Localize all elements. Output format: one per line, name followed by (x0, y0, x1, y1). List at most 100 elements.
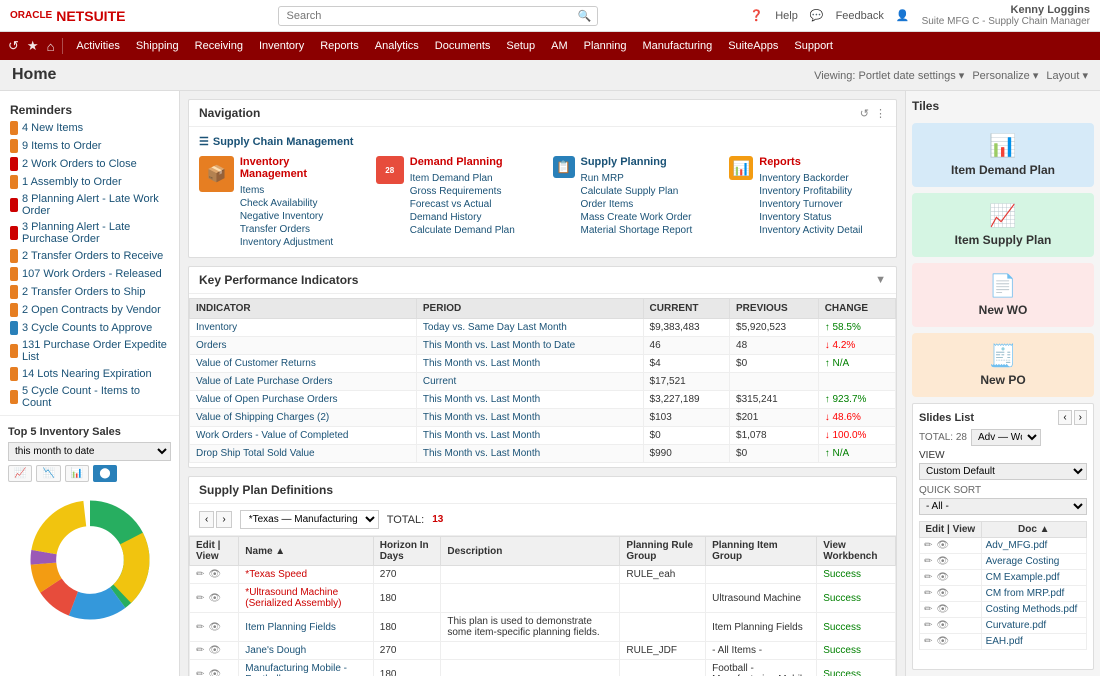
edit-icon[interactable]: ✏ (196, 569, 204, 580)
nav-link-order-items[interactable]: Order Items (581, 198, 693, 211)
nav-link-transfer-orders[interactable]: Transfer Orders (240, 223, 356, 236)
list-item[interactable]: 14 Lots Nearing Expiration (0, 365, 179, 383)
supply-name-link[interactable]: Jane's Dough (245, 645, 306, 656)
view-icon[interactable]: 👁 (936, 588, 949, 599)
line-chart-button[interactable]: 📈 (8, 465, 32, 482)
list-item[interactable]: 8 Planning Alert - Late Work Order (0, 191, 179, 219)
nav-link-inventory-profitability[interactable]: Inventory Profitability (759, 185, 862, 198)
location-select[interactable]: *Texas — Manufacturing (240, 510, 379, 529)
list-item[interactable]: 131 Purchase Order Expedite List (0, 337, 179, 365)
kpi-period-link[interactable]: Current (423, 376, 456, 387)
more-options-icon[interactable]: ⋮ (875, 107, 886, 120)
refresh-icon[interactable]: ↺ (8, 38, 19, 54)
list-item[interactable]: 2 Transfer Orders to Receive (0, 247, 179, 265)
nav-analytics[interactable]: Analytics (368, 36, 426, 56)
kpi-period-link[interactable]: This Month vs. Last Month (423, 430, 540, 441)
nav-manufacturing[interactable]: Manufacturing (636, 36, 720, 56)
nav-link-demand-history[interactable]: Demand History (410, 211, 515, 224)
refresh-portlet-icon[interactable]: ↺ (860, 107, 869, 120)
nav-link-mass-create-wo[interactable]: Mass Create Work Order (581, 211, 693, 224)
kpi-indicator-link[interactable]: Drop Ship Total Sold Value (196, 448, 315, 459)
nav-link-calculate-supply-plan[interactable]: Calculate Supply Plan (581, 185, 693, 198)
tile-item-demand-plan[interactable]: 📊 Item Demand Plan (912, 123, 1094, 187)
list-item[interactable]: 4 New Items (0, 119, 179, 137)
kpi-indicator-link[interactable]: Value of Shipping Charges (2) (196, 412, 329, 423)
edit-icon[interactable]: ✏ (924, 588, 932, 599)
help-label[interactable]: Help (775, 10, 798, 22)
edit-icon[interactable]: ✏ (924, 540, 932, 551)
view-icon[interactable]: 👁 (936, 604, 949, 615)
kpi-period-link[interactable]: Today vs. Same Day Last Month (423, 322, 567, 333)
nav-link-inventory-adjustment[interactable]: Inventory Adjustment (240, 236, 356, 249)
area-chart-button[interactable]: 📉 (36, 465, 60, 482)
kpi-indicator-link[interactable]: Inventory (196, 322, 237, 333)
nav-link-item-demand-plan[interactable]: Item Demand Plan (410, 172, 515, 185)
view-icon[interactable]: 👁 (936, 636, 949, 647)
doc-link[interactable]: Average Costing (986, 556, 1060, 567)
nav-reports[interactable]: Reports (313, 36, 366, 56)
kpi-indicator-link[interactable]: Value of Customer Returns (196, 358, 316, 369)
personalize-button[interactable]: Personalize ▾ (972, 69, 1038, 82)
view-icon[interactable]: 👁 (208, 645, 221, 656)
list-item[interactable]: 1 Assembly to Order (0, 173, 179, 191)
list-item[interactable]: 2 Work Orders to Close (0, 155, 179, 173)
nav-link-items[interactable]: Items (240, 184, 356, 197)
kpi-indicator-link[interactable]: Orders (196, 340, 227, 351)
kpi-period-link[interactable]: This Month vs. Last Month (423, 394, 540, 405)
view-icon[interactable]: 👁 (208, 569, 221, 580)
collapse-icon[interactable]: ▼ (875, 274, 886, 286)
supply-name-link[interactable]: Manufacturing Mobile - Football (245, 663, 347, 676)
view-icon[interactable]: 👁 (936, 620, 949, 631)
slides-prev-button[interactable]: ‹ (1058, 410, 1071, 425)
quick-sort-select[interactable]: - All - (919, 498, 1087, 515)
workbench-success[interactable]: Success (823, 593, 861, 604)
bar-chart-button[interactable]: 📊 (65, 465, 89, 482)
list-item[interactable]: 5 Cycle Count - Items to Count (0, 383, 179, 411)
workbench-success[interactable]: Success (823, 645, 861, 656)
nav-link-inventory-activity[interactable]: Inventory Activity Detail (759, 224, 862, 237)
nav-link-run-mrp[interactable]: Run MRP (581, 172, 693, 185)
list-item[interactable]: 9 Items to Order (0, 137, 179, 155)
nav-suiteapps[interactable]: SuiteApps (721, 36, 785, 56)
view-icon[interactable]: 👁 (208, 669, 221, 676)
slides-sort-select[interactable]: Adv — Wd (971, 429, 1041, 446)
nav-am[interactable]: AM (544, 36, 575, 56)
kpi-period-link[interactable]: This Month vs. Last Month (423, 412, 540, 423)
nav-link-inventory-turnover[interactable]: Inventory Turnover (759, 198, 862, 211)
nav-link-calculate-demand-plan[interactable]: Calculate Demand Plan (410, 224, 515, 237)
nav-link-gross-requirements[interactable]: Gross Requirements (410, 185, 515, 198)
search-input[interactable] (278, 6, 598, 26)
nav-support[interactable]: Support (787, 36, 840, 56)
edit-icon[interactable]: ✏ (924, 620, 932, 631)
workbench-success[interactable]: Success (823, 622, 861, 633)
supply-name-link[interactable]: Item Planning Fields (245, 622, 336, 633)
nav-link-inventory-status[interactable]: Inventory Status (759, 211, 862, 224)
nav-receiving[interactable]: Receiving (188, 36, 250, 56)
view-icon[interactable]: 👁 (208, 622, 221, 633)
kpi-indicator-link[interactable]: Value of Open Purchase Orders (196, 394, 338, 405)
feedback-icon[interactable]: 💬 (810, 9, 824, 22)
tile-new-po[interactable]: 🧾 New PO (912, 333, 1094, 397)
edit-icon[interactable]: ✏ (924, 556, 932, 567)
edit-icon[interactable]: ✏ (924, 636, 932, 647)
supply-plan-next[interactable]: › (216, 511, 231, 528)
edit-icon[interactable]: ✏ (196, 622, 204, 633)
nav-link-material-shortage[interactable]: Material Shortage Report (581, 224, 693, 237)
view-icon[interactable]: 👁 (936, 540, 949, 551)
list-item[interactable]: 2 Open Contracts by Vendor (0, 301, 179, 319)
nav-link-forecast-vs-actual[interactable]: Forecast vs Actual (410, 198, 515, 211)
layout-button[interactable]: Layout ▾ (1046, 69, 1088, 82)
doc-link[interactable]: EAH.pdf (986, 636, 1023, 647)
list-item[interactable]: 107 Work Orders - Released (0, 265, 179, 283)
supply-name-link[interactable]: *Texas Speed (245, 569, 307, 580)
edit-icon[interactable]: ✏ (196, 593, 204, 604)
view-icon[interactable]: 👁 (208, 593, 221, 604)
doc-link[interactable]: Curvature.pdf (986, 620, 1047, 631)
tile-new-wo[interactable]: 📄 New WO (912, 263, 1094, 327)
nav-planning[interactable]: Planning (577, 36, 634, 56)
view-icon[interactable]: 👁 (936, 572, 949, 583)
nav-documents[interactable]: Documents (428, 36, 498, 56)
donut-chart-button[interactable]: ⬤ (93, 465, 116, 482)
viewing-label[interactable]: Viewing: Portlet date settings ▾ (814, 69, 964, 82)
slides-view-select[interactable]: Custom Default (919, 463, 1087, 480)
